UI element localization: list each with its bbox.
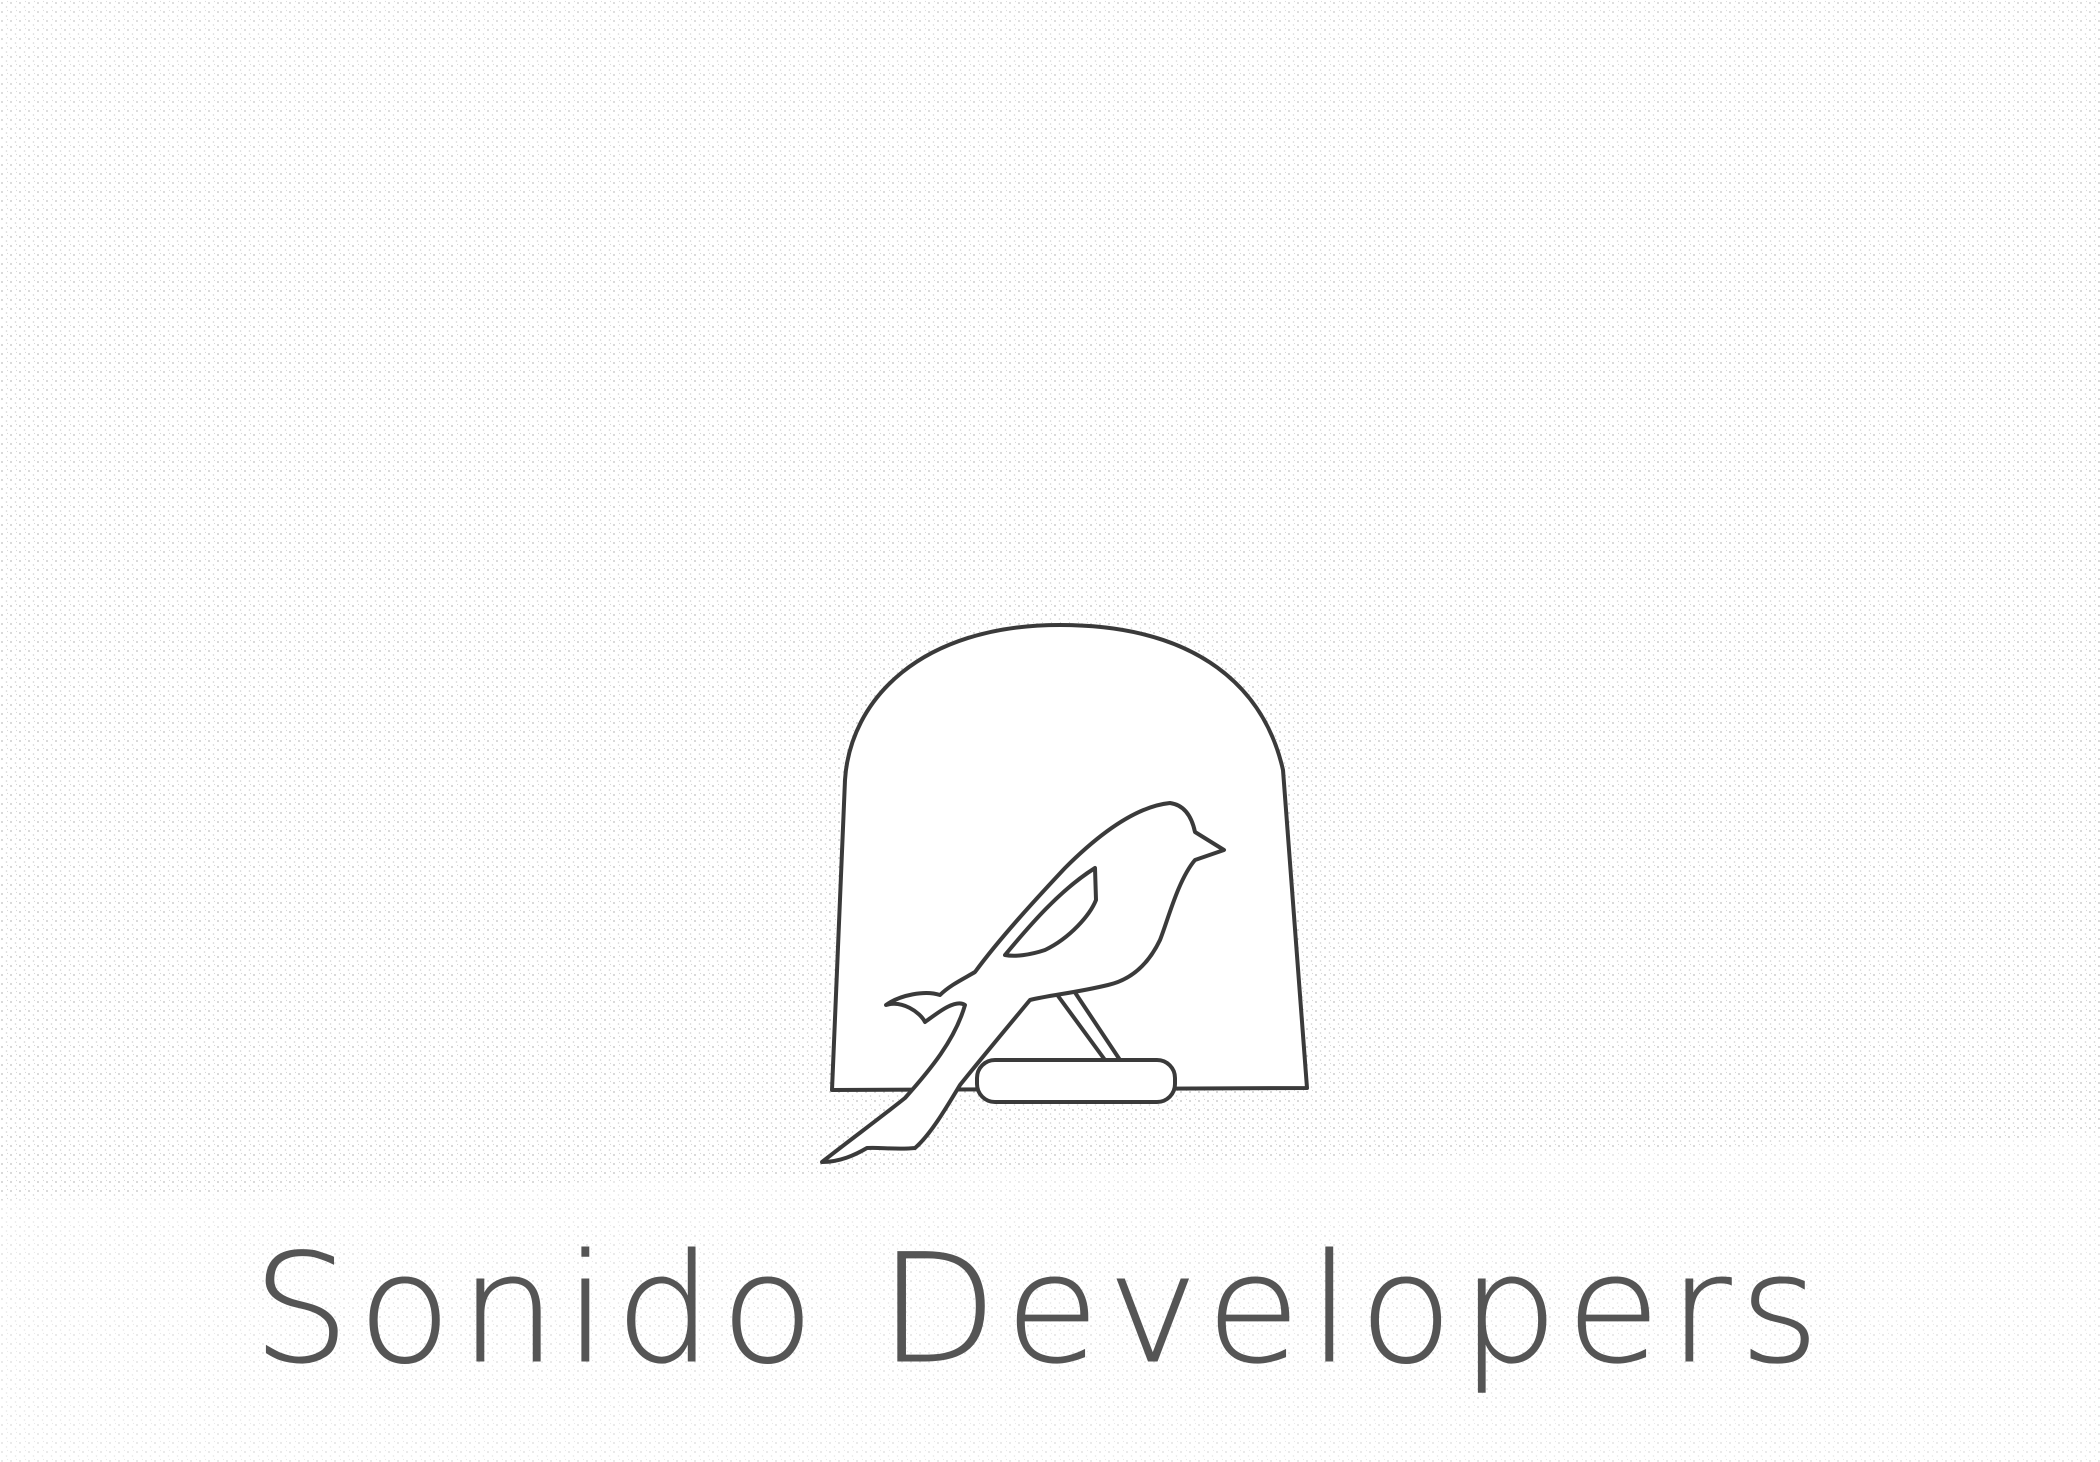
perch	[975, 1058, 1177, 1104]
logo-sheet: Sonido Developers	[0, 0, 2100, 1462]
company-wordmark: Sonido Developers	[252, 1223, 1828, 1397]
arch-outline	[830, 623, 1309, 1092]
